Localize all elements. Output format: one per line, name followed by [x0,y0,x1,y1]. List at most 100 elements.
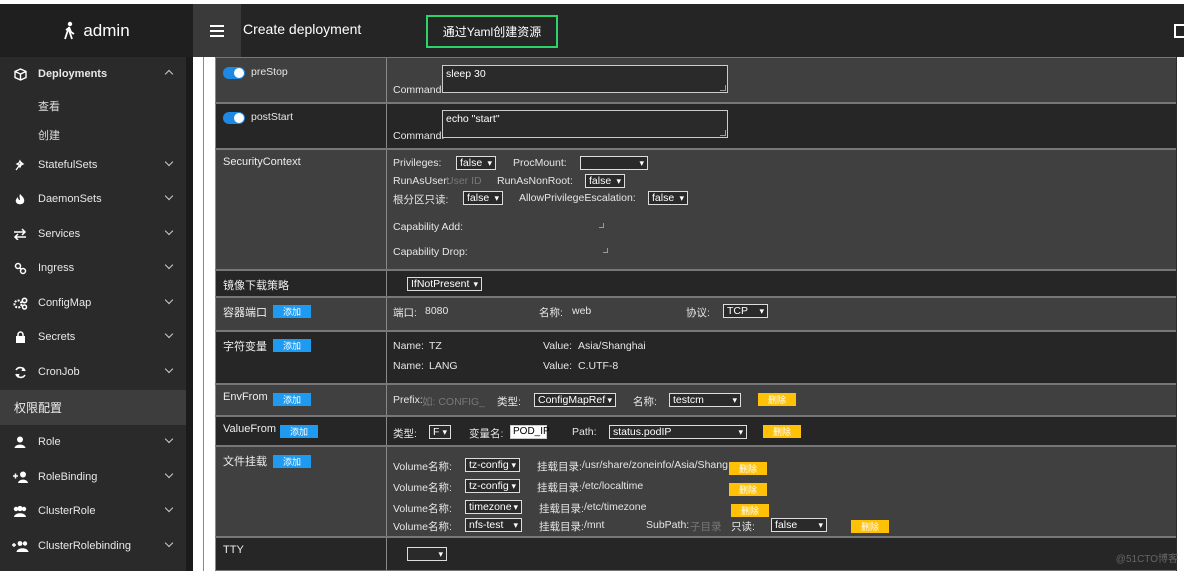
flame-icon [11,192,29,206]
sidebar-item-services[interactable]: Services [0,217,186,251]
envfrom-name-select[interactable]: testcm [669,393,741,407]
watermark: @51CTO博客 [1115,554,1178,565]
subpath-input[interactable]: 子目录 [690,519,722,534]
sidebar-item-daemonsets[interactable]: DaemonSets [0,182,186,216]
row-label: ValueFrom 添加 [215,417,387,445]
sidebar-item-rolebinding[interactable]: RoleBinding [0,460,186,494]
row-cell: Command: echo "start" [387,104,1176,148]
capability-add-input[interactable] [599,223,604,228]
env-name-input[interactable]: LANG [429,360,458,372]
procmount-select[interactable] [580,156,648,170]
valuefrom-label: ValueFrom [223,423,276,435]
envfrom-type-select[interactable]: ConfigMapRef [534,393,616,407]
prefix-label: Prefix: [393,394,423,406]
envfrom-delete-button[interactable]: 删除 [758,393,796,406]
volume-name-select[interactable]: tz-config [465,479,520,493]
chevron-down-icon [164,503,174,513]
chevron-up-icon [164,69,174,79]
volume-name-select[interactable]: tz-config [465,458,520,472]
row-cell: Name: TZ Value: Asia/Shanghai Name: LANG… [387,332,1176,383]
sidebar-item-label: Services [38,228,81,240]
path-label: Path: [572,426,597,438]
capability-drop-input[interactable] [603,248,608,253]
valuefrom-add-button[interactable]: 添加 [280,425,318,438]
sidebar-item-ingress[interactable]: Ingress [0,251,186,285]
env-name-label: Name: [393,340,424,352]
volumes-add-button[interactable]: 添加 [273,455,311,468]
var-name-input[interactable]: POD_IP [510,425,550,439]
valuefrom-delete-button[interactable]: 删除 [763,425,801,438]
mount-path-label: 挂载目录: [539,521,584,533]
page-title: Create deployment [243,21,362,37]
valuefrom-type-select[interactable]: F [429,425,451,439]
sidebar-item-clusterrole[interactable]: ClusterRole [0,494,186,528]
sidebar-scrollbar[interactable] [186,57,193,571]
env-add-button[interactable]: 添加 [273,339,311,352]
path-select[interactable]: status.podIP [609,425,747,439]
ports-add-button[interactable]: 添加 [273,305,311,318]
prefix-input[interactable]: 如: CONFIG_ [422,394,485,409]
protocol-select[interactable]: TCP [723,304,768,318]
chevron-down-icon [164,329,174,339]
sidebar-item-statefulsets[interactable]: StatefulSets [0,148,186,182]
row-pull-policy: 镜像下载策略 IfNotPresent [215,270,1176,297]
row-envfrom: EnvFrom 添加 Prefix: 如: CONFIG_ 类型: Config… [215,384,1176,416]
sidebar-sub-view[interactable]: 查看 [38,98,60,114]
sidebar-item-cronjob[interactable]: CronJob [0,355,186,389]
menu-toggle-button[interactable] [193,4,241,57]
envfrom-name-label: 名称: [633,396,657,408]
subpath-label: SubPath: [646,519,690,531]
sidebar-section-permissions[interactable]: 权限配置 [0,390,186,425]
chevron-down-icon [164,434,174,444]
brand-name: admin [83,20,130,40]
exit-icon[interactable] [1174,24,1184,38]
port-name-input[interactable]: web [572,305,591,317]
allowpe-select[interactable]: false [648,191,688,205]
privileges-select[interactable]: false [456,156,496,170]
volume-name-select[interactable]: nfs-test [465,518,522,532]
env-value-label: Value: [543,360,572,372]
port-input[interactable]: 8080 [425,305,448,317]
sidebar-item-configmap[interactable]: ConfigMap [0,286,186,320]
sidebar-item-secrets[interactable]: Secrets [0,320,186,354]
allowpe-label: AllowPrivilegeEscalation: [519,192,636,204]
runasnonroot-select[interactable]: false [585,174,625,188]
row-cell [387,538,1176,570]
ports-label: 容器端口 [223,307,267,319]
envfrom-type-label: 类型: [497,396,521,408]
volume-name-label: Volume名称: [393,482,452,494]
volume-delete-button[interactable]: 删除 [851,520,889,533]
runasnonroot-label: RunAsNonRoot: [497,175,573,187]
poststart-command-input[interactable]: echo "start" [442,110,728,138]
header: Create deployment 通过Yaml创建资源 [193,4,1184,57]
sidebar-item-clusterrolebinding[interactable]: ClusterRolebinding [0,529,186,563]
env-value-input[interactable]: Asia/Shanghai [578,340,646,352]
envfrom-add-button[interactable]: 添加 [273,393,311,406]
command-label: Command: [393,130,445,142]
volume-delete-button[interactable]: 删除 [729,483,767,496]
prestop-toggle[interactable] [223,67,245,79]
mount-path-input[interactable]: /etc/timezone [584,501,646,513]
mount-path-input[interactable]: /mnt [584,519,604,531]
brand[interactable]: admin [0,4,193,57]
lock-icon [11,330,29,344]
yaml-create-button[interactable]: 通过Yaml创建资源 [426,15,558,48]
volume-delete-button[interactable]: 删除 [729,462,767,475]
env-value-input[interactable]: C.UTF-8 [578,360,618,372]
volume-name-select[interactable]: timezone [465,500,522,514]
readonly-select[interactable]: false [463,191,503,205]
capability-drop-label: Capability Drop: [393,246,468,258]
mount-path-input[interactable]: /usr/share/zoneinfo/Asia/Shangh [582,459,728,471]
readonly-select[interactable]: false [771,518,827,532]
mount-path-input[interactable]: /etc/localtime [582,480,643,492]
poststart-toggle[interactable] [223,112,245,124]
prestop-command-input[interactable]: sleep 30 [442,65,728,93]
tty-select[interactable] [407,547,447,561]
env-name-input[interactable]: TZ [429,340,442,352]
runasuser-input[interactable]: User ID [446,175,482,187]
sidebar-sub-create[interactable]: 创建 [38,127,60,143]
sidebar-item-deployments[interactable]: Deployments [0,57,186,91]
volume-delete-button[interactable]: 删除 [731,504,769,517]
sidebar-item-role[interactable]: Role [0,425,186,459]
pull-policy-select[interactable]: IfNotPresent [407,277,482,291]
